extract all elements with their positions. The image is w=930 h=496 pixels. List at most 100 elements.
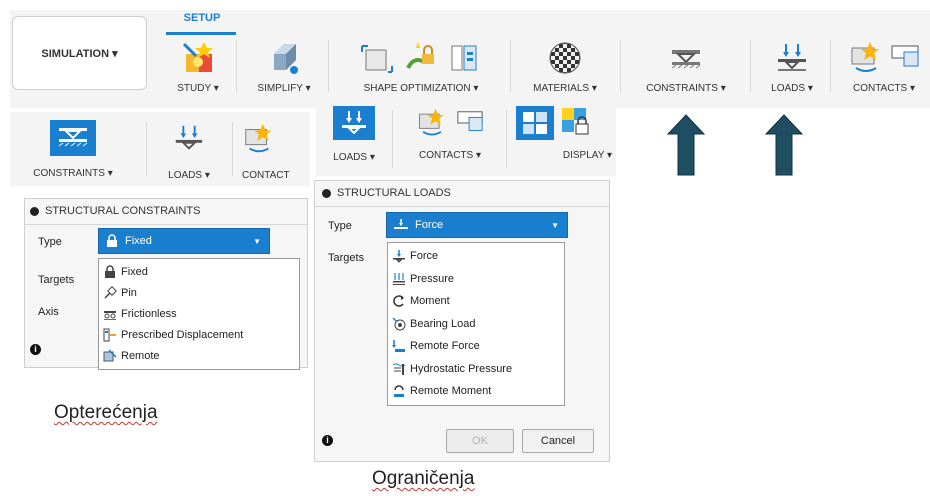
remote-icon — [103, 348, 117, 361]
option-moment[interactable]: Moment — [392, 290, 564, 313]
arrow-up-icon — [764, 114, 804, 176]
load-type-value: Force — [415, 219, 444, 231]
option-label: Remote Force — [410, 340, 480, 353]
option-bearing-load[interactable]: Bearing Load — [392, 313, 564, 336]
shape-optimization-label: SHAPE OPTIMIZATION ▾ — [363, 83, 479, 94]
constraints-active-icon-box — [50, 120, 96, 156]
caption-text: Opterećenja — [54, 402, 158, 423]
study-label: STUDY ▾ — [177, 83, 219, 94]
study-icon — [182, 42, 213, 72]
separator — [232, 122, 233, 176]
contacts-label: CONTACTS ▾ — [852, 83, 916, 94]
contacts-label: CONTACTS ▾ — [418, 150, 482, 161]
caption-text: Ograničenja — [372, 468, 475, 489]
separator — [750, 40, 751, 92]
display-button[interactable]: DISPLAY ▾ — [512, 106, 614, 174]
force-icon — [393, 250, 405, 263]
option-prescribed-displacement[interactable]: Prescribed Displacement — [103, 324, 299, 345]
option-label: Frictionless — [121, 307, 177, 320]
force-icon — [394, 219, 408, 229]
shape-panel-icon — [451, 45, 477, 71]
constraints-icon — [671, 50, 701, 69]
moment-icon — [393, 295, 404, 307]
simplify-label: SIMPLIFY ▾ — [257, 83, 311, 94]
separator — [506, 110, 507, 168]
constraint-type-dropdown: Fixed Pin Frictionless Prescribed Displa… — [98, 258, 300, 370]
loads-button[interactable]: LOADS ▾ — [760, 40, 824, 100]
option-hydrostatic-pressure[interactable]: Hydrostatic Pressure — [392, 358, 564, 381]
chevron-down-icon: ▼ — [551, 220, 559, 230]
separator — [620, 40, 621, 92]
loads-icon — [342, 111, 366, 135]
materials-button[interactable]: MATERIALS ▾ — [520, 40, 610, 100]
constraint-type-select[interactable]: Fixed ▼ — [98, 228, 270, 254]
chevron-down-icon: ▼ — [253, 236, 261, 246]
option-label: Bearing Load — [410, 317, 476, 330]
option-label: Moment — [410, 295, 450, 308]
frictionless-icon — [104, 310, 116, 320]
contacts-button[interactable]: CONTACTS ▾ — [398, 106, 502, 174]
option-remote-force[interactable]: Remote Force — [392, 335, 564, 358]
cancel-button[interactable]: Cancel — [522, 429, 594, 453]
option-label: Force — [410, 250, 439, 263]
tab-setup[interactable]: SETUP — [170, 12, 234, 32]
shape-lock-icon — [406, 42, 434, 69]
type-label: Type — [38, 236, 62, 248]
structural-constraints-header[interactable]: STRUCTURAL CONSTRAINTS — [30, 205, 200, 217]
option-frictionless[interactable]: Frictionless — [103, 303, 299, 324]
caption-ogranicenja: Ograničenja — [372, 468, 474, 490]
collapse-dot-icon — [30, 206, 39, 216]
contacts-button[interactable]: CONTACT — [238, 116, 310, 182]
contacts-panel-icon — [891, 45, 919, 67]
contacts-button[interactable]: CONTACTS ▾ — [840, 40, 928, 100]
separator — [328, 40, 329, 92]
prescribed-displacement-icon — [103, 328, 116, 341]
panel-title: STRUCTURAL LOADS — [337, 187, 451, 199]
lock-icon — [105, 264, 115, 278]
separator — [236, 40, 237, 92]
loads-active-icon-box — [333, 106, 375, 140]
panel-title: STRUCTURAL CONSTRAINTS — [45, 205, 201, 217]
loads-active-button[interactable]: LOADS ▾ — [320, 106, 388, 174]
option-label: Remote — [121, 349, 160, 362]
hydrostatic-pressure-icon — [392, 363, 406, 375]
contacts-icon — [419, 108, 444, 136]
load-type-select[interactable]: Force ▼ — [386, 212, 568, 238]
pin-icon — [104, 285, 117, 299]
shape-box-icon — [361, 45, 393, 73]
simplify-button[interactable]: SIMPLIFY ▾ — [248, 40, 320, 100]
remote-force-icon — [392, 340, 405, 353]
option-remote[interactable]: Remote — [103, 345, 299, 366]
type-label: Type — [328, 220, 352, 232]
separator — [146, 122, 147, 176]
constraint-type-value: Fixed — [125, 235, 152, 247]
separator — [392, 110, 393, 168]
option-force[interactable]: Force — [392, 245, 564, 268]
constraints-label: CONSTRAINTS ▾ — [33, 168, 113, 179]
info-icon[interactable]: i — [322, 435, 333, 446]
loads-icon — [778, 44, 806, 71]
option-label: Pressure — [410, 272, 455, 285]
lock-icon — [107, 234, 117, 247]
ok-button[interactable]: OK — [446, 429, 514, 453]
simulation-workspace-button[interactable]: SIMULATION ▾ — [12, 16, 147, 90]
option-pin[interactable]: Pin — [103, 282, 299, 303]
info-icon[interactable]: i — [30, 344, 41, 355]
loads-label: LOADS ▾ — [333, 152, 375, 163]
load-type-dropdown: Force Pressure Moment Bearing Load Remot… — [387, 242, 565, 406]
loads-button[interactable]: LOADS ▾ — [152, 116, 226, 182]
structural-loads-header[interactable]: STRUCTURAL LOADS — [322, 187, 451, 199]
materials-sphere-icon — [549, 42, 581, 74]
divider — [314, 206, 610, 207]
option-remote-moment[interactable]: Remote Moment — [392, 380, 564, 403]
option-pressure[interactable]: Pressure — [392, 268, 564, 291]
separator — [510, 40, 511, 92]
display-active-icon-box — [516, 106, 554, 140]
option-fixed[interactable]: Fixed — [103, 261, 299, 282]
constraints-label: CONSTRAINTS ▾ — [646, 83, 726, 94]
shape-optimization-button[interactable]: SHAPE OPTIMIZATION ▾ — [340, 40, 502, 100]
constraints-icon — [58, 128, 88, 147]
constraints-button[interactable]: CONSTRAINTS ▾ — [630, 40, 742, 100]
study-button[interactable]: STUDY ▾ — [168, 40, 228, 100]
constraints-active-button[interactable]: CONSTRAINTS ▾ — [18, 116, 128, 182]
